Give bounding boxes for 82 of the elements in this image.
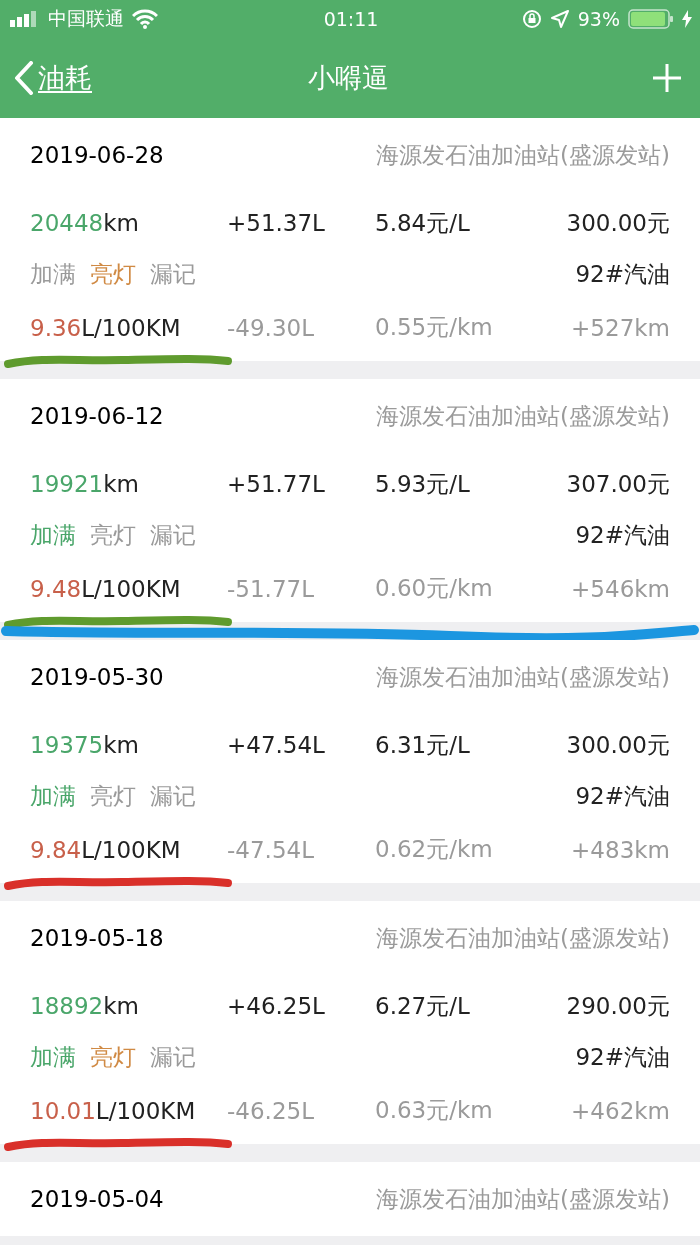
fuel-used: -46.25L (227, 1097, 315, 1124)
fuel-price: 5.84元/L (375, 208, 471, 238)
odometer-value: 19375 (30, 732, 104, 758)
odometer-value: 20448 (30, 210, 104, 236)
fuel-used: -49.30L (227, 314, 315, 341)
fuel-used: -51.77L (227, 575, 315, 602)
consumption-unit: L/100KM (81, 575, 181, 602)
consumption-value: 9.36 (30, 314, 82, 341)
fuel-price: 6.31元/L (375, 730, 471, 760)
record-card[interactable]: 2019-05-04 海源发石油加油站(盛源发站) (0, 1162, 700, 1236)
status-tag: 漏记 (150, 258, 196, 290)
station-name: 海源发石油加油站(盛源发站) (376, 401, 670, 431)
record-date: 2019-05-18 (30, 925, 164, 951)
amount: 300.00元 (566, 208, 670, 238)
status-tag: 亮灯 (90, 780, 136, 812)
amount: 300.00元 (566, 730, 670, 760)
add-icon[interactable] (652, 63, 682, 93)
consumption-unit: L/100KM (95, 1097, 196, 1124)
fuel-type: 92#汽油 (575, 520, 670, 550)
fuel-price: 6.27元/L (375, 991, 471, 1021)
rotation-lock-icon (521, 9, 542, 29)
battery-percent: 93% (577, 8, 620, 30)
record-card[interactable]: 2019-06-12 海源发石油加油站(盛源发站) 19921km +51.77L 5.93元/L 307.00元 加满 亮灯 漏记 92#汽油 9.48L/100KM -51.77L 0.60元/km +546km (0, 379, 700, 622)
fuel-type: 92#汽油 (575, 259, 670, 289)
odometer-unit: km (103, 732, 139, 758)
fuel-volume: +51.37L (227, 210, 326, 236)
battery-icon (628, 9, 674, 29)
status-tag: 漏记 (150, 519, 196, 551)
distance: +527km (571, 314, 670, 341)
status-tag: 亮灯 (90, 519, 136, 551)
fuel-volume: +46.25L (227, 993, 326, 1019)
fuel-type: 92#汽油 (575, 1042, 670, 1072)
record-date: 2019-05-04 (30, 1186, 164, 1212)
odometer-unit: km (103, 993, 139, 1019)
record-card[interactable]: 2019-05-18 海源发石油加油站(盛源发站) 18892km +46.25L 6.27元/L 290.00元 加满 亮灯 漏记 92#汽油 10.01L/100KM -46.25L 0.63元/km +462km (0, 901, 700, 1144)
odometer-value: 19921 (30, 471, 104, 497)
carrier-name: 中国联通 (48, 6, 124, 31)
fuel-price: 5.93元/L (375, 469, 471, 499)
station-name: 海源发石油加油站(盛源发站) (376, 140, 670, 170)
consumption-value: 9.48 (30, 575, 82, 602)
record-date: 2019-06-28 (30, 142, 164, 168)
record-date: 2019-05-30 (30, 664, 164, 690)
odometer-value: 18892 (30, 993, 104, 1019)
fuel-volume: +51.77L (227, 471, 326, 497)
status-tag: 亮灯 (90, 258, 136, 290)
odometer-unit: km (103, 210, 139, 236)
consumption-value: 9.84 (30, 836, 82, 863)
status-tag: 亮灯 (90, 1041, 136, 1073)
status-tag: 漏记 (150, 780, 196, 812)
distance: +483km (571, 836, 670, 863)
fuel-type: 92#汽油 (575, 781, 670, 811)
status-tag: 加满 (30, 258, 76, 290)
cost-per-km: 0.55元/km (375, 313, 494, 342)
station-name: 海源发石油加油站(盛源发站) (376, 1184, 670, 1214)
fuel-volume: +47.54L (227, 732, 326, 758)
cost-per-km: 0.63元/km (375, 1096, 494, 1125)
station-name: 海源发石油加油站(盛源发站) (376, 923, 670, 953)
distance: +546km (571, 575, 670, 602)
location-arrow-icon (549, 9, 570, 29)
cost-per-km: 0.60元/km (375, 574, 494, 603)
status-tag: 加满 (30, 519, 76, 551)
consumption-unit: L/100KM (81, 314, 181, 341)
consumption-value: 10.01 (30, 1097, 96, 1124)
status-tag: 加满 (30, 1041, 76, 1073)
charging-bolt-icon (682, 10, 692, 28)
station-name: 海源发石油加油站(盛源发站) (376, 662, 670, 692)
consumption-unit: L/100KM (81, 836, 181, 863)
clock-time: 01:11 (323, 8, 379, 30)
wifi-icon (132, 9, 158, 29)
record-card[interactable]: 2019-05-30 海源发石油加油站(盛源发站) 19375km +47.54L 6.31元/L 300.00元 加满 亮灯 漏记 92#汽油 9.84L/100KM -47.54L 0.62元/km +483km (0, 640, 700, 883)
cost-per-km: 0.62元/km (375, 835, 494, 864)
page-title: 小嘚逼 (307, 61, 389, 95)
amount: 290.00元 (566, 991, 670, 1021)
fuel-used: -47.54L (227, 836, 315, 863)
odometer-unit: km (103, 471, 139, 497)
amount: 307.00元 (566, 469, 670, 499)
record-card[interactable]: 2019-06-28 海源发石油加油站(盛源发站) 20448km +51.37L 5.84元/L 300.00元 加满 亮灯 漏记 92#汽油 9.36L/100KM -49.30L 0.55元/km +527km (0, 118, 700, 361)
distance: +462km (571, 1097, 670, 1124)
chevron-left-icon (14, 61, 34, 95)
record-date: 2019-06-12 (30, 403, 164, 429)
status-tag: 漏记 (150, 1041, 196, 1073)
status-tag: 加满 (30, 780, 76, 812)
